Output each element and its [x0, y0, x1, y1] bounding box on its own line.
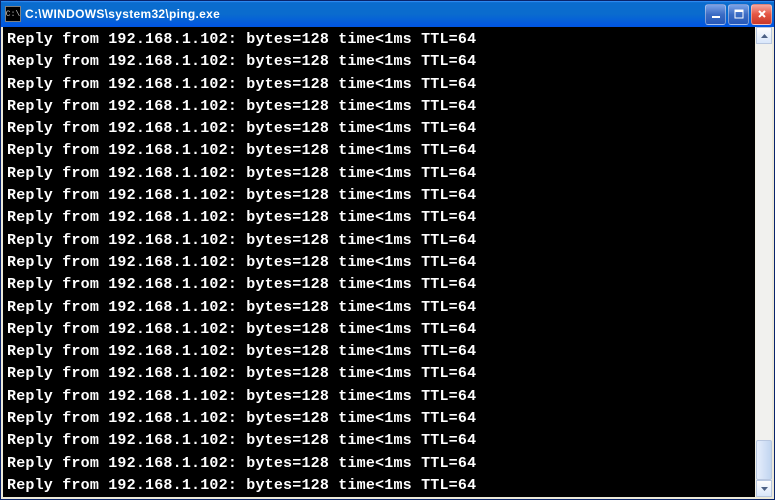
maximize-icon: [734, 9, 744, 19]
scroll-thumb[interactable]: [756, 440, 772, 480]
console-line: Reply from 192.168.1.102: bytes=128 time…: [7, 230, 755, 252]
console-line: Reply from 192.168.1.102: bytes=128 time…: [7, 185, 755, 207]
console-line: Reply from 192.168.1.102: bytes=128 time…: [7, 140, 755, 162]
console-line: Reply from 192.168.1.102: bytes=128 time…: [7, 475, 755, 497]
chevron-up-icon: [761, 34, 768, 38]
console-line: Reply from 192.168.1.102: bytes=128 time…: [7, 363, 755, 385]
close-button[interactable]: [751, 4, 772, 25]
minimize-icon: [711, 9, 721, 19]
titlebar[interactable]: C:\ C:\WINDOWS\system32\ping.exe: [1, 1, 774, 27]
console-line: Reply from 192.168.1.102: bytes=128 time…: [7, 386, 755, 408]
window-title: C:\WINDOWS\system32\ping.exe: [25, 7, 705, 21]
console-line: Reply from 192.168.1.102: bytes=128 time…: [7, 207, 755, 229]
console-line: Reply from 192.168.1.102: bytes=128 time…: [7, 163, 755, 185]
console-line: Reply from 192.168.1.102: bytes=128 time…: [7, 453, 755, 475]
scroll-up-button[interactable]: [756, 27, 772, 44]
scroll-down-button[interactable]: [756, 480, 772, 497]
vertical-scrollbar[interactable]: [755, 27, 772, 497]
close-icon: [757, 9, 767, 19]
console-line: Reply from 192.168.1.102: bytes=128 time…: [7, 252, 755, 274]
client-area: Reply from 192.168.1.102: bytes=128 time…: [1, 27, 774, 499]
console-line: Reply from 192.168.1.102: bytes=128 time…: [7, 297, 755, 319]
minimize-button[interactable]: [705, 4, 726, 25]
console-line: Reply from 192.168.1.102: bytes=128 time…: [7, 408, 755, 430]
chevron-down-icon: [761, 487, 768, 491]
console-line: Reply from 192.168.1.102: bytes=128 time…: [7, 319, 755, 341]
scroll-track[interactable]: [756, 44, 772, 480]
app-icon: C:\: [5, 6, 21, 22]
command-prompt-window: C:\ C:\WINDOWS\system32\ping.exe Reply f…: [0, 0, 775, 500]
window-controls: [705, 4, 772, 25]
console-line: Reply from 192.168.1.102: bytes=128 time…: [7, 29, 755, 51]
console-line: Reply from 192.168.1.102: bytes=128 time…: [7, 274, 755, 296]
console-line: Reply from 192.168.1.102: bytes=128 time…: [7, 51, 755, 73]
console-line: Reply from 192.168.1.102: bytes=128 time…: [7, 341, 755, 363]
console-output[interactable]: Reply from 192.168.1.102: bytes=128 time…: [3, 27, 755, 497]
console-line: Reply from 192.168.1.102: bytes=128 time…: [7, 430, 755, 452]
maximize-button[interactable]: [728, 4, 749, 25]
console-line: Reply from 192.168.1.102: bytes=128 time…: [7, 96, 755, 118]
console-line: Reply from 192.168.1.102: bytes=128 time…: [7, 74, 755, 96]
console-line: Reply from 192.168.1.102: bytes=128 time…: [7, 118, 755, 140]
